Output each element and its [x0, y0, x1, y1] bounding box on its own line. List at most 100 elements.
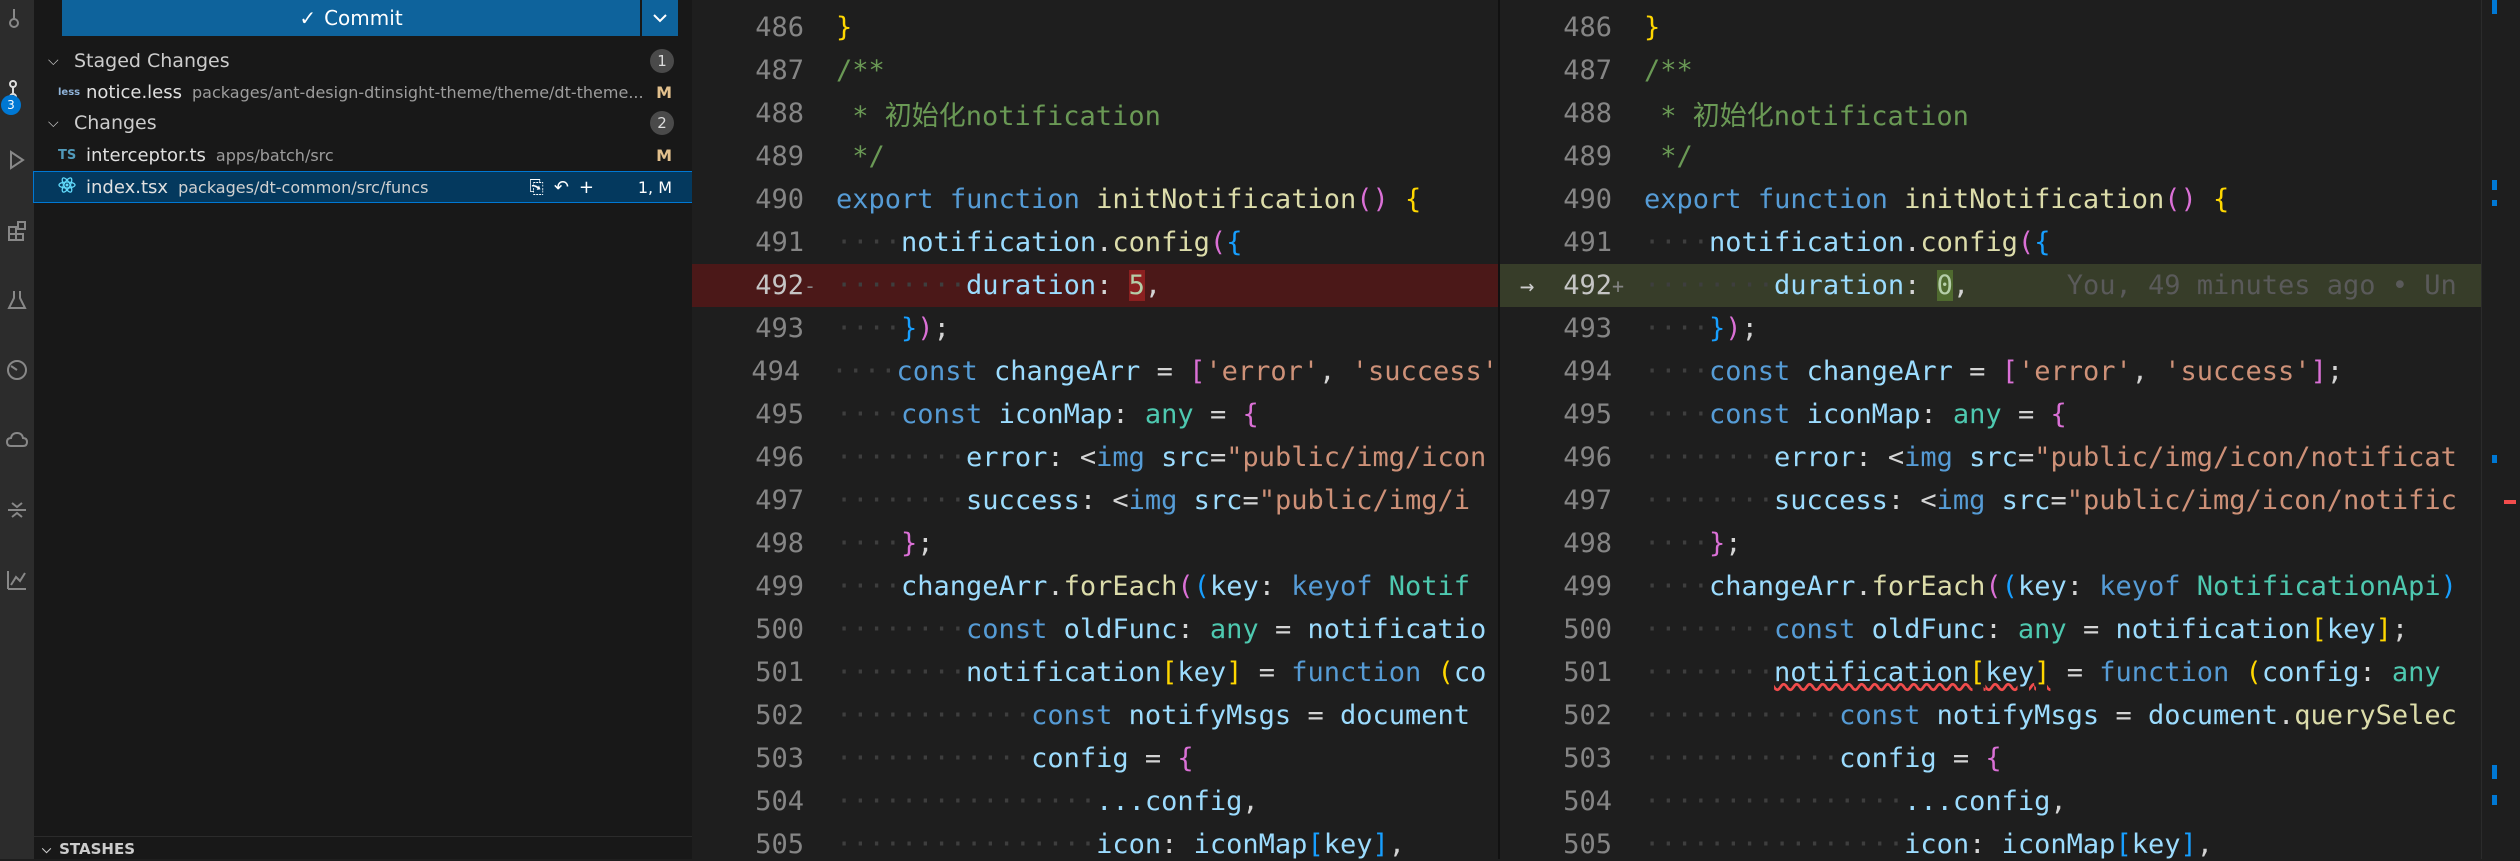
- staged-changes-header[interactable]: ⌵ Staged Changes 1: [34, 46, 692, 76]
- stashes-title: STASHES: [59, 840, 135, 858]
- stage-changes-icon[interactable]: +: [579, 177, 594, 198]
- code-line: 495 ····const iconMap: any = {: [692, 393, 1498, 436]
- overview-ruler-scrollbar[interactable]: [2481, 0, 2520, 859]
- run-debug-icon[interactable]: [0, 140, 34, 180]
- line-number: 486: [755, 12, 804, 43]
- source-control-panel: ✓ Commit ⌵ Staged Changes 1 less notice.…: [33, 0, 693, 861]
- discard-changes-icon[interactable]: ↶: [554, 177, 569, 198]
- line-number: 504: [755, 786, 804, 817]
- line-number: 502: [755, 700, 804, 731]
- line-number: 491: [1563, 227, 1612, 258]
- chevron-down-icon: ⌵: [48, 115, 59, 131]
- line-number: 491: [755, 227, 804, 258]
- code-line: 505 ················icon: iconMap[key],: [692, 823, 1498, 859]
- timeline-icon[interactable]: [0, 350, 34, 390]
- stashes-header[interactable]: ⌵ STASHES: [34, 836, 692, 861]
- file-status: M: [656, 145, 672, 165]
- deletion-marker: -: [804, 273, 817, 298]
- code-line: 499 ····changeArr.forEach((key: keyof Not…: [1500, 565, 2484, 608]
- line-number: 490: [1563, 184, 1612, 215]
- line-number: 486: [1563, 12, 1612, 43]
- line-number: 494: [1563, 356, 1612, 387]
- git-compare-icon[interactable]: [0, 490, 34, 530]
- commit-dropdown-button[interactable]: [642, 0, 678, 36]
- code-line: 500 ········const oldFunc: any = notifica…: [1500, 608, 2484, 651]
- staged-count-badge: 1: [650, 49, 674, 73]
- diff-modified-pane[interactable]: 486} 487/** 488 * 初始化notification 489 */…: [1498, 0, 2484, 859]
- line-number: 500: [1563, 614, 1612, 645]
- code-line: 494 ····const changeArr = ['error', 'succ…: [692, 350, 1498, 393]
- changes-header[interactable]: ⌵ Changes 2: [34, 108, 692, 138]
- graph-chart-icon[interactable]: [0, 560, 34, 600]
- code-line: 505 ················icon: iconMap[key],: [1500, 823, 2484, 859]
- line-number: 490: [755, 184, 804, 215]
- file-path: apps/batch/src: [215, 145, 334, 165]
- changed-file-index-tsx[interactable]: index.tsx packages/dt-common/src/funcs ⎘…: [33, 171, 693, 203]
- code-line: 502 ············const notifyMsgs = docume…: [692, 694, 1498, 737]
- check-icon: ✓: [299, 6, 317, 30]
- ruler-mark: [2492, 180, 2497, 190]
- ruler-mark: [2492, 200, 2497, 206]
- code-line: 489 */: [692, 135, 1498, 178]
- line-number: 495: [1563, 399, 1612, 430]
- line-number: 492: [755, 270, 804, 301]
- revert-arrow-icon[interactable]: →: [1520, 272, 1534, 300]
- diff-original-pane[interactable]: 486} 487/** 488 * 初始化notification 489 */…: [692, 0, 1498, 859]
- code-line: 503 ············config = {: [692, 737, 1498, 780]
- line-number: 496: [755, 442, 804, 473]
- code-line: 502 ············const notifyMsgs = docume…: [1500, 694, 2484, 737]
- line-number: 505: [1563, 829, 1612, 859]
- code-line: 501 ········notification[key] = function …: [692, 651, 1498, 694]
- line-number: 496: [1563, 442, 1612, 473]
- source-control-graph-icon[interactable]: [0, 0, 34, 40]
- remote-cloud-icon[interactable]: [0, 420, 34, 460]
- file-actions: ⎘ ↶ +: [529, 177, 594, 198]
- file-name: notice.less: [86, 81, 183, 103]
- file-path: packages/ant-design-dtinsight-theme/them…: [192, 82, 644, 102]
- line-number: 498: [755, 528, 804, 559]
- line-number: 488: [1563, 98, 1612, 129]
- code-line: 501 ········notification[key] = function …: [1500, 651, 2484, 694]
- open-file-icon[interactable]: ⎘: [529, 177, 543, 198]
- changes-count-badge: 2: [650, 111, 674, 135]
- commit-button[interactable]: ✓ Commit: [62, 0, 640, 36]
- code-line: 486}: [1500, 6, 2484, 49]
- file-name: interceptor.ts: [86, 144, 206, 166]
- staged-file-notice-less[interactable]: less notice.less packages/ant-design-dti…: [34, 77, 692, 107]
- less-file-icon: less: [58, 86, 81, 98]
- code-line: 494 ····const changeArr = ['error', 'succ…: [1500, 350, 2484, 393]
- code-line: 487/**: [1500, 49, 2484, 92]
- extensions-icon[interactable]: [0, 210, 34, 250]
- activity-bar: 3: [0, 0, 34, 859]
- ruler-mark: [2492, 0, 2497, 14]
- code-line: 496 ········error: <img src="public/img/i…: [692, 436, 1498, 479]
- react-file-icon: [58, 176, 86, 198]
- code-line: 498 ····};: [1500, 522, 2484, 565]
- code-line: 495 ····const iconMap: any = {: [1500, 393, 2484, 436]
- chevron-down-icon: ⌵: [42, 841, 52, 856]
- line-number: 504: [1563, 786, 1612, 817]
- code-line: 490 export function initNotification() {: [1500, 178, 2484, 221]
- line-number: 501: [755, 657, 804, 688]
- code-line: 489 */: [1500, 135, 2484, 178]
- line-number: 494: [751, 356, 801, 387]
- testing-icon[interactable]: [0, 280, 34, 320]
- changes-count-badge: 3: [1, 95, 21, 115]
- file-status: 1, M: [637, 177, 672, 197]
- line-number: 500: [755, 614, 804, 645]
- staged-changes-title: Staged Changes: [74, 50, 230, 72]
- changed-file-interceptor-ts[interactable]: TS interceptor.ts apps/batch/src M: [34, 140, 692, 170]
- line-number: 493: [755, 313, 804, 344]
- added-code-line: → 492 + ········duration: 0, You, 49 minute…: [1500, 264, 2484, 307]
- line-number: 503: [755, 743, 804, 774]
- line-number: 498: [1563, 528, 1612, 559]
- line-number: 497: [1563, 485, 1612, 516]
- code-line: 488 * 初始化notification: [1500, 92, 2484, 135]
- line-number: 489: [1563, 141, 1612, 172]
- line-number: 497: [755, 485, 804, 516]
- code-line: 503 ············config = {: [1500, 737, 2484, 780]
- code-line: 493 ····});: [1500, 307, 2484, 350]
- code-line: 491 ····notification.config({: [692, 221, 1498, 264]
- ruler-error-mark: [2504, 500, 2516, 504]
- line-number: 488: [755, 98, 804, 129]
